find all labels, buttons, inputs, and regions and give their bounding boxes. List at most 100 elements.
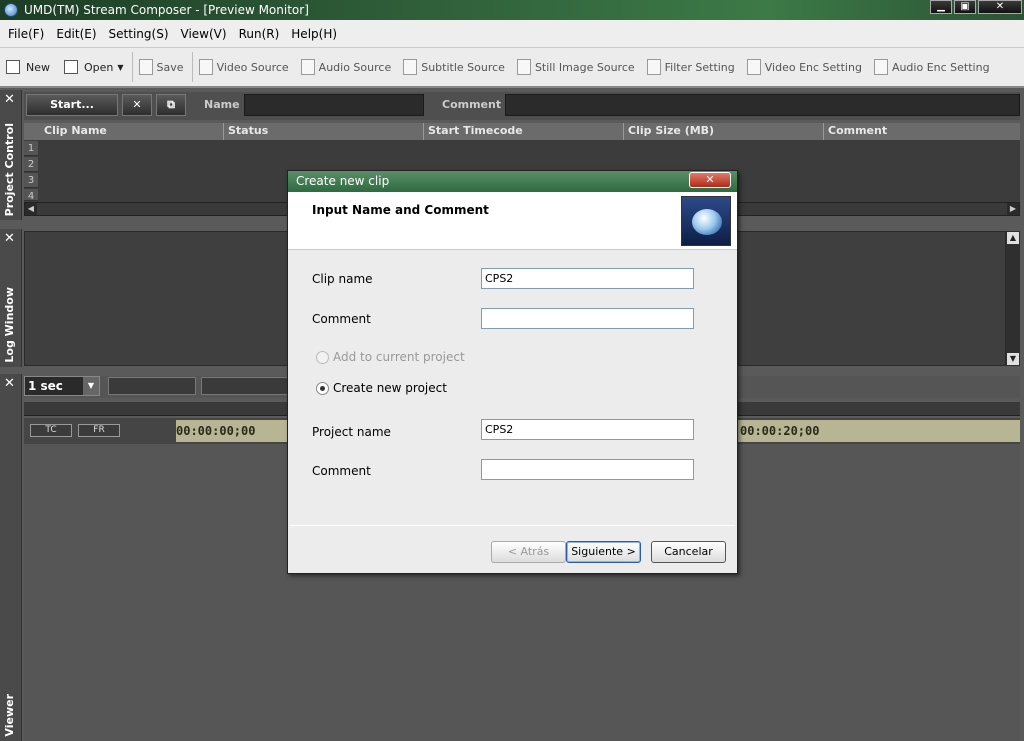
vertical-scrollbar[interactable]: ▲ ▼ [1006, 231, 1020, 366]
save-label: Save [156, 60, 184, 74]
clip-comment-label: Comment [312, 312, 371, 326]
audio-enc-setting-button[interactable]: Audio Enc Setting [873, 55, 990, 79]
disc-icon [681, 196, 731, 246]
project-comment-label: Comment [312, 464, 371, 478]
timecode-mid-label: 00:00:20;00 [740, 424, 820, 438]
name-field[interactable] [244, 94, 424, 116]
timecode-field[interactable] [108, 377, 196, 395]
title-bar: UMD(TM) Stream Composer - [Preview Monit… [0, 0, 1024, 20]
add-to-current-project-label: Add to current project [333, 350, 465, 364]
minimize-button[interactable]: ▁ [930, 0, 952, 14]
start-button[interactable]: Start... [26, 94, 118, 116]
close-icon[interactable]: ✕ [4, 92, 15, 107]
dialog-title: Create new clip [288, 171, 737, 192]
video-enc-setting-label: Video Enc Setting [764, 60, 862, 74]
subtitle-source-button[interactable]: Subtitle Source [403, 55, 505, 79]
filter-setting-label: Filter Setting [664, 60, 735, 74]
toolbar: New Open ▼ Save Video Source Audio Sourc… [0, 48, 1024, 88]
chevron-down-icon[interactable]: ▼ [83, 377, 99, 395]
close-icon[interactable]: ✕ [4, 231, 15, 246]
audio-source-label: Audio Source [318, 60, 392, 74]
timecode-start-label: 00:00:00;00 [176, 424, 256, 438]
audio-enc-setting-icon [873, 59, 888, 75]
name-label: Name [204, 98, 240, 111]
create-new-project-radio[interactable]: Create new project [316, 381, 447, 395]
table-row[interactable]: 4 [24, 189, 38, 202]
log-window-tab[interactable]: ✕ Log Window [0, 229, 22, 367]
clip-name-label: Clip name [312, 272, 373, 286]
col-clip-name[interactable]: Clip Name [24, 123, 224, 140]
project-control-label: Project Control [3, 122, 16, 216]
radio-dot [316, 381, 329, 395]
scroll-up-icon[interactable]: ▲ [1007, 232, 1019, 244]
menu-setting[interactable]: Setting(S) [103, 27, 175, 41]
col-comment[interactable]: Comment [824, 123, 1020, 140]
back-button[interactable]: < Atrás [491, 541, 566, 563]
new-document-icon [6, 60, 20, 74]
col-clip-size[interactable]: Clip Size (MB) [624, 123, 824, 140]
dialog-header: Input Name and Comment [288, 192, 737, 250]
close-icon[interactable]: ✕ [4, 376, 15, 391]
video-source-button[interactable]: Video Source [198, 55, 289, 79]
next-button[interactable]: Siguiente > [566, 541, 641, 563]
create-new-project-label: Create new project [333, 381, 447, 395]
still-image-source-label: Still Image Source [534, 60, 635, 74]
video-enc-setting-button[interactable]: Video Enc Setting [746, 55, 862, 79]
save-icon [138, 59, 153, 75]
project-name-field[interactable]: CPS2 [481, 419, 694, 440]
add-to-current-project-radio[interactable]: Add to current project [316, 350, 465, 364]
scroll-left-icon[interactable]: ◀ [25, 203, 37, 215]
filter-setting-icon [646, 59, 661, 75]
clip-comment-field[interactable] [481, 308, 694, 329]
table-row[interactable]: 1 [24, 141, 38, 156]
comment-field[interactable] [505, 94, 1020, 116]
menu-view[interactable]: View(V) [175, 27, 233, 41]
clip-table-header: Clip Name Status Start Timecode Clip Siz… [24, 123, 1020, 140]
copy-clip-button[interactable]: ⧉ [156, 94, 186, 116]
menu-help[interactable]: Help(H) [285, 27, 343, 41]
subtitle-source-icon [403, 59, 418, 75]
new-button[interactable]: New [6, 55, 50, 79]
tc-button[interactable]: TC [30, 424, 72, 437]
table-row[interactable]: 2 [24, 157, 38, 172]
menu-file[interactable]: File(F) [2, 27, 50, 41]
audio-enc-setting-label: Audio Enc Setting [891, 60, 990, 74]
menu-run[interactable]: Run(R) [233, 27, 286, 41]
project-control-tab[interactable]: ✕ Project Control [0, 90, 22, 220]
dialog-heading: Input Name and Comment [312, 203, 489, 217]
scroll-down-icon[interactable]: ▼ [1007, 353, 1019, 365]
dialog-close-button[interactable]: ✕ [689, 172, 731, 188]
col-status[interactable]: Status [224, 123, 424, 140]
clip-name-field[interactable]: CPS2 [481, 268, 694, 289]
video-source-label: Video Source [216, 60, 289, 74]
open-label: Open [84, 60, 114, 74]
open-folder-icon [64, 60, 78, 74]
video-enc-setting-icon [746, 59, 761, 75]
subtitle-source-label: Subtitle Source [421, 60, 505, 74]
comment-label: Comment [442, 98, 502, 111]
create-new-clip-dialog: Create new clip ✕ Input Name and Comment… [287, 170, 738, 574]
app-icon [4, 3, 18, 17]
still-image-source-button[interactable]: Still Image Source [516, 55, 635, 79]
interval-select[interactable]: 1 sec ▼ [24, 376, 100, 396]
open-button[interactable]: Open ▼ [64, 55, 124, 79]
viewer-tab[interactable]: ✕ Viewer [0, 374, 22, 741]
cancel-button[interactable]: Cancelar [651, 541, 726, 563]
col-start-timecode[interactable]: Start Timecode [424, 123, 624, 140]
chevron-down-icon: ▼ [117, 62, 124, 72]
menu-edit[interactable]: Edit(E) [50, 27, 102, 41]
close-window-button[interactable]: ✕ [978, 0, 1022, 14]
scroll-right-icon[interactable]: ▶ [1007, 203, 1019, 215]
save-button[interactable]: Save [138, 55, 184, 79]
restore-button[interactable]: ▣ [954, 0, 976, 14]
audio-source-button[interactable]: Audio Source [300, 55, 392, 79]
interval-value: 1 sec [28, 379, 63, 393]
project-name-label: Project name [312, 425, 391, 439]
frame-field[interactable] [201, 377, 291, 395]
delete-clip-button[interactable]: ✕ [122, 94, 152, 116]
fr-button[interactable]: FR [78, 424, 120, 437]
filter-setting-button[interactable]: Filter Setting [646, 55, 735, 79]
project-comment-field[interactable] [481, 459, 694, 480]
table-row[interactable]: 3 [24, 173, 38, 188]
audio-source-icon [300, 59, 315, 75]
